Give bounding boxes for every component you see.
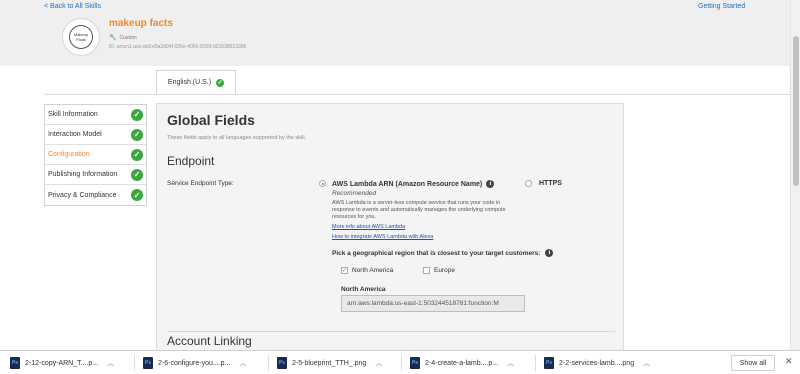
download-filename: 2-5-blueprint_TTH_.png (292, 359, 367, 367)
nav-item-label: Configuration (48, 151, 90, 158)
close-icon[interactable]: ✕ (785, 356, 793, 367)
geo-region-question: Pick a geographical region that is close… (332, 249, 554, 257)
chevron-up-icon[interactable]: ︿ (107, 358, 114, 368)
https-option-label: HTTPS (539, 180, 562, 187)
photoshop-file-icon: Ps (544, 357, 554, 369)
download-separator (134, 355, 135, 371)
check-icon: ✓ (131, 168, 143, 181)
skill-id: ID: amzn1.ask.skill.e5a3d94f-026e-4066-8… (109, 44, 247, 50)
check-icon: ✓ (131, 128, 143, 141)
check-icon: ✓ (131, 148, 143, 161)
europe-label: Europe (434, 267, 455, 274)
tab-english-us[interactable]: English (U.S.) ✓ (156, 70, 236, 94)
north-america-label: North America (352, 267, 394, 274)
getting-started-link[interactable]: Getting Started (698, 3, 745, 10)
wrench-icon: 🔧 (109, 35, 117, 41)
download-item[interactable]: Ps 2-12-copy-ARN_T....p... ︿ (10, 351, 114, 374)
section-divider (167, 331, 615, 332)
tab-label: English (U.S.) (167, 79, 212, 86)
more-info-lambda-link[interactable]: More info about AWS Lambda (332, 224, 405, 230)
chevron-up-icon[interactable]: ︿ (507, 358, 514, 368)
page-scrollbar[interactable] (790, 0, 800, 350)
info-icon[interactable]: i (486, 180, 495, 188)
geo-question-label: Pick a geographical region that is close… (332, 249, 541, 257)
download-separator (535, 355, 536, 371)
page-subtitle: These fields apply to all languages supp… (167, 135, 307, 141)
lambda-radio[interactable] (319, 180, 326, 187)
photoshop-file-icon: Ps (277, 357, 287, 369)
photoshop-file-icon: Ps (143, 357, 153, 369)
skill-logo: Makeup Facts (69, 25, 93, 49)
download-filename: 2-12-copy-ARN_T....p... (25, 359, 99, 367)
account-linking-heading: Account Linking (167, 334, 252, 348)
nav-item-privacy-compliance[interactable]: Privacy & Compliance ✓ (45, 185, 146, 205)
skill-name: makeup facts (109, 18, 173, 29)
lambda-description: AWS Lambda is a server-less compute serv… (332, 200, 506, 220)
lambda-option: AWS Lambda ARN (Amazon Resource Name) i (332, 180, 495, 188)
endpoint-heading: Endpoint (167, 154, 215, 168)
check-icon: ✓ (216, 78, 225, 87)
arn-input[interactable]: arn:aws:lambda:us-east-1:503244518781:fu… (341, 295, 525, 312)
download-filename: 2-6-configure-you....p... (158, 359, 231, 367)
download-filename: 2-2-services-lamb....png (559, 359, 635, 367)
info-icon[interactable]: i (545, 249, 554, 257)
chevron-up-icon[interactable]: ︿ (643, 358, 650, 368)
tab-divider (44, 94, 790, 95)
nav-item-skill-information[interactable]: Skill Information ✓ (45, 105, 146, 125)
show-all-button[interactable]: Show all (731, 355, 775, 371)
https-radio[interactable] (525, 180, 532, 187)
recommended-label: Recommended (332, 190, 377, 197)
skill-header: < Back to All Skills Getting Started Mak… (0, 0, 790, 66)
page-title: Global Fields (167, 112, 255, 128)
downloads-bar: Ps 2-12-copy-ARN_T....p... ︿ Ps 2-6-conf… (0, 350, 800, 374)
skill-type-label: Custom (119, 34, 137, 41)
nav-item-configuration[interactable]: Configuration ✓ (45, 145, 146, 165)
lambda-option-label: AWS Lambda ARN (Amazon Resource Name) (332, 180, 483, 188)
download-separator (401, 355, 402, 371)
chevron-up-icon[interactable]: ︿ (239, 358, 246, 368)
nav-item-publishing-information[interactable]: Publishing Information ✓ (45, 165, 146, 185)
nav-item-label: Publishing Information (48, 171, 118, 178)
download-item[interactable]: Ps 2-6-configure-you....p... ︿ (143, 351, 246, 374)
scroll-thumb[interactable] (793, 36, 799, 186)
back-to-skills-link[interactable]: < Back to All Skills (44, 3, 101, 10)
north-america-heading: North America (341, 286, 386, 293)
check-icon: ✓ (131, 189, 143, 201)
photoshop-file-icon: Ps (10, 357, 20, 369)
skill-type: 🔧 Custom (109, 34, 137, 42)
global-fields-panel: Global Fields These fields apply to all … (156, 103, 624, 353)
chevron-up-icon[interactable]: ︿ (375, 358, 382, 368)
download-item[interactable]: Ps 2-4-create-a-lamb....p... ︿ (410, 351, 514, 374)
photoshop-file-icon: Ps (410, 357, 420, 369)
skill-icon: Makeup Facts (62, 18, 100, 56)
nav-item-interaction-model[interactable]: Interaction Model ✓ (45, 125, 146, 145)
download-filename: 2-4-create-a-lamb....p... (425, 359, 499, 367)
skill-sections-nav: Skill Information ✓ Interaction Model ✓ … (44, 104, 147, 206)
europe-checkbox[interactable] (423, 267, 430, 274)
nav-item-label: Interaction Model (48, 131, 102, 138)
check-icon: ✓ (131, 108, 143, 121)
download-item[interactable]: Ps 2-5-blueprint_TTH_.png ︿ (277, 351, 382, 374)
download-item[interactable]: Ps 2-2-services-lamb....png ︿ (544, 351, 650, 374)
service-endpoint-label: Service Endpoint Type: (167, 180, 234, 187)
nav-item-label: Skill Information (48, 111, 98, 118)
integrate-lambda-link[interactable]: How to integrate AWS Lambda with Alexa (332, 234, 433, 240)
nav-item-label: Privacy & Compliance (48, 191, 117, 199)
north-america-checkbox[interactable]: ✓ (341, 267, 348, 274)
download-separator (268, 355, 269, 371)
